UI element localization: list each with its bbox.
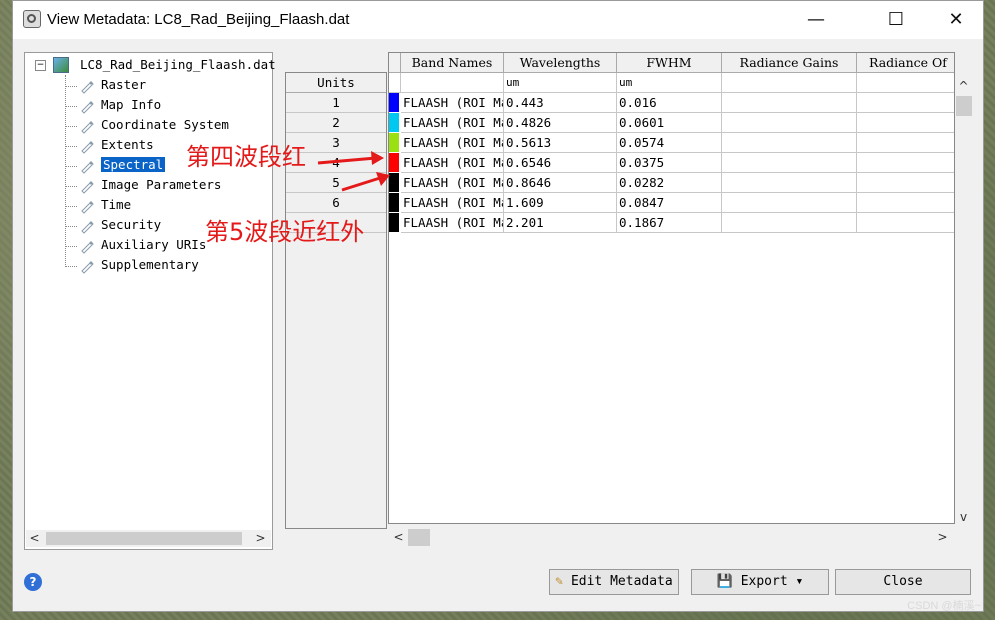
arrowhead-red-band <box>371 151 384 165</box>
arrow-nir-band <box>341 176 381 192</box>
watermark: CSDN @楠溪~ <box>907 600 981 612</box>
annotation-arrows <box>317 151 390 192</box>
arrow-red-band <box>317 156 377 165</box>
